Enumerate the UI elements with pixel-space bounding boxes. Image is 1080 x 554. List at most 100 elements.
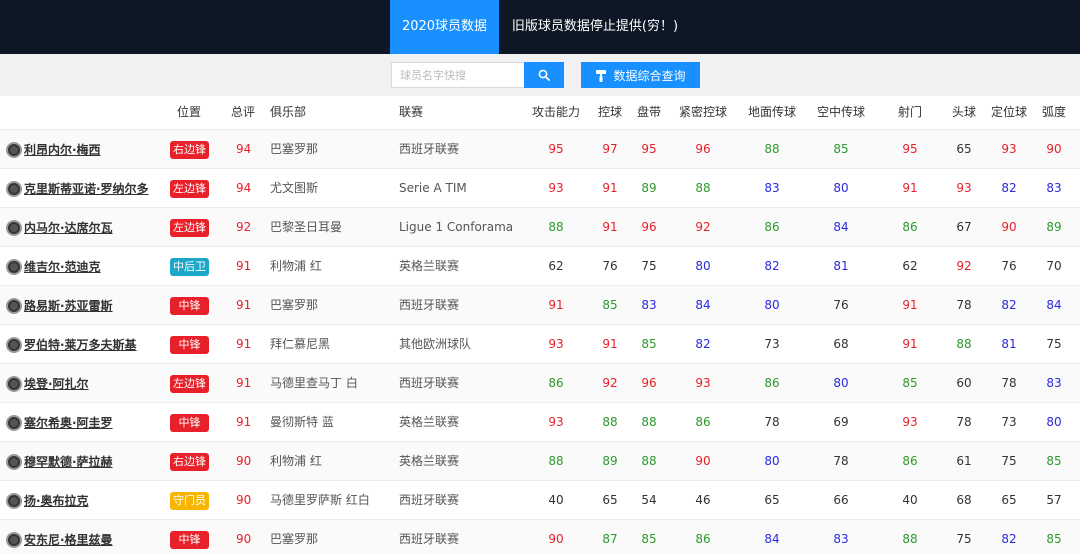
search-button[interactable]: [524, 62, 564, 88]
player-name[interactable]: 路易斯·苏亚雷斯: [24, 297, 113, 314]
table-row[interactable]: 利昂内尔·梅西 右边锋 94 巴塞罗那 西班牙联赛 95 97 95 96 88 85 95 65 93 9…: [0, 129, 1080, 168]
stat-value: 84: [695, 298, 711, 312]
header-club[interactable]: 俱乐部: [270, 96, 306, 129]
player-avatar-icon: [6, 258, 22, 275]
combined-query-button[interactable]: 数据综合查询: [581, 62, 700, 88]
position-badge: 中后卫: [170, 258, 209, 276]
table-row[interactable]: 穆罕默德·萨拉赫 右边锋 90 利物浦 红 英格兰联赛 88 89 88 90 80 78 86 61 7…: [0, 441, 1080, 480]
stat-value: 86: [764, 376, 780, 390]
stat-value: 81: [1001, 337, 1017, 351]
header-ball-control[interactable]: 控球: [598, 96, 622, 129]
table-row[interactable]: 内马尔·达席尔瓦 左边锋 92 巴黎圣日耳曼 Ligue 1 Conforama 88 91…: [0, 207, 1080, 246]
header-overall[interactable]: 总评: [231, 96, 255, 129]
overall-rating: 91: [236, 337, 252, 351]
club-name: 巴黎圣日耳曼: [270, 220, 343, 234]
position-badge: 中锋: [170, 531, 209, 549]
header-attack[interactable]: 攻击能力: [532, 96, 580, 129]
stat-value: 88: [641, 415, 657, 429]
stat-value: 68: [956, 493, 972, 507]
stat-value: 78: [956, 415, 972, 429]
league-name: Ligue 1 Conforama: [399, 220, 514, 234]
header-finishing[interactable]: 射门: [898, 96, 922, 129]
table-row[interactable]: 安东尼·格里兹曼 中锋 90 巴塞罗那 西班牙联赛 90 87 85 86 84 83 88 75 82 8…: [0, 519, 1080, 554]
stat-value: 80: [1046, 415, 1062, 429]
position-badge: 中锋: [170, 414, 209, 432]
stat-value: 95: [641, 142, 657, 156]
player-name-link[interactable]: 安东尼·格里兹曼: [6, 520, 113, 554]
table-row[interactable]: 罗伯特·莱万多夫斯基 中锋 91 拜仁慕尼黑 其他欧洲球队 93 91 85 82 73 68 91 8…: [0, 324, 1080, 363]
stat-value: 92: [956, 259, 972, 273]
header-dribbling[interactable]: 盘带: [637, 96, 661, 129]
stat-value: 75: [1001, 454, 1017, 468]
tab-legacy-player-data[interactable]: 旧版球员数据停止提供(穷！): [505, 0, 685, 54]
player-name[interactable]: 内马尔·达席尔瓦: [24, 219, 113, 236]
header-curl[interactable]: 弧度: [1042, 96, 1066, 129]
overall-rating: 91: [236, 376, 252, 390]
stat-value: 75: [641, 259, 657, 273]
position-badge: 左边锋: [170, 180, 209, 198]
player-name[interactable]: 维吉尔·范迪克: [24, 258, 101, 275]
player-avatar-icon: [6, 336, 22, 353]
combined-query-label: 数据综合查询: [613, 68, 686, 83]
header-league[interactable]: 联赛: [399, 96, 423, 129]
league-name: 西班牙联赛: [399, 376, 460, 390]
player-search-input[interactable]: [391, 62, 525, 88]
player-name[interactable]: 克里斯蒂亚诺·罗纳尔多: [24, 180, 149, 197]
player-name-link[interactable]: 路易斯·苏亚雷斯: [6, 286, 113, 325]
player-name[interactable]: 罗伯特·莱万多夫斯基: [24, 336, 137, 353]
stat-value: 91: [602, 337, 618, 351]
stat-value: 78: [1001, 376, 1017, 390]
stat-value: 83: [641, 298, 657, 312]
player-name-link[interactable]: 扬·奥布拉克: [6, 481, 89, 520]
player-name-link[interactable]: 克里斯蒂亚诺·罗纳尔多: [6, 169, 149, 208]
tab-2020-player-data[interactable]: 2020球员数据: [390, 0, 499, 54]
player-name[interactable]: 安东尼·格里兹曼: [24, 531, 113, 548]
player-avatar-icon: [6, 180, 22, 197]
header-position[interactable]: 位置: [177, 96, 201, 129]
player-name-link[interactable]: 穆罕默德·萨拉赫: [6, 442, 113, 481]
table-header: 位置 总评 俱乐部 联赛 攻击能力 控球 盘带 紧密控球 地面传球 空中传球 射门 头球 定位球 弧度: [0, 96, 1080, 129]
header-place-kicking[interactable]: 定位球: [991, 96, 1027, 129]
header-lofted-pass[interactable]: 空中传球: [817, 96, 865, 129]
table-row[interactable]: 路易斯·苏亚雷斯 中锋 91 巴塞罗那 西班牙联赛 91 85 83 84 80 76 91 78 82 8…: [0, 285, 1080, 324]
header-low-pass[interactable]: 地面传球: [748, 96, 796, 129]
stat-value: 91: [548, 298, 564, 312]
player-name[interactable]: 穆罕默德·萨拉赫: [24, 453, 113, 470]
stat-value: 80: [695, 259, 711, 273]
stat-value: 91: [902, 337, 918, 351]
player-name-link[interactable]: 罗伯特·莱万多夫斯基: [6, 325, 137, 364]
table-row[interactable]: 克里斯蒂亚诺·罗纳尔多 左边锋 94 尤文图斯 Serie A TIM 93 91 89 88 8…: [0, 168, 1080, 207]
table-row[interactable]: 扬·奥布拉克 守门员 90 马德里罗萨斯 红白 西班牙联赛 40 65 54 46 65 66 40 6…: [0, 480, 1080, 519]
stat-value: 88: [695, 181, 711, 195]
player-name-link[interactable]: 内马尔·达席尔瓦: [6, 208, 113, 247]
position-badge: 左边锋: [170, 219, 209, 237]
club-name: 利物浦 红: [270, 259, 322, 273]
stat-value: 65: [956, 142, 972, 156]
player-avatar-icon: [6, 414, 22, 431]
player-name-link[interactable]: 埃登·阿扎尔: [6, 364, 89, 403]
player-name[interactable]: 利昂内尔·梅西: [24, 141, 101, 158]
player-avatar-icon: [6, 375, 22, 392]
table-row[interactable]: 维吉尔·范迪克 中后卫 91 利物浦 红 英格兰联赛 62 76 75 80 82 81 62 92 76…: [0, 246, 1080, 285]
stat-value: 84: [764, 532, 780, 546]
club-name: 拜仁慕尼黑: [270, 337, 331, 351]
player-name-link[interactable]: 利昂内尔·梅西: [6, 130, 101, 169]
player-name[interactable]: 扬·奥布拉克: [24, 492, 89, 509]
stat-value: 95: [548, 142, 564, 156]
header-tight-possession[interactable]: 紧密控球: [679, 96, 727, 129]
player-name-link[interactable]: 塞尔希奥·阿圭罗: [6, 403, 113, 442]
stat-value: 84: [1046, 298, 1062, 312]
player-name-link[interactable]: 维吉尔·范迪克: [6, 247, 101, 286]
player-name[interactable]: 埃登·阿扎尔: [24, 375, 89, 392]
stat-value: 88: [548, 220, 564, 234]
position-badge: 右边锋: [170, 453, 209, 471]
stat-value: 91: [602, 220, 618, 234]
player-avatar-icon: [6, 141, 22, 158]
player-name[interactable]: 塞尔希奥·阿圭罗: [24, 414, 113, 431]
header-header[interactable]: 头球: [952, 96, 976, 129]
overall-rating: 94: [236, 142, 252, 156]
table-body: 利昂内尔·梅西 右边锋 94 巴塞罗那 西班牙联赛 95 97 95 96 88 85 95 65 93 9…: [0, 129, 1080, 554]
stat-value: 93: [548, 337, 564, 351]
table-row[interactable]: 塞尔希奥·阿圭罗 中锋 91 曼彻斯特 蓝 英格兰联赛 93 88 88 86 78 69 93 78 7…: [0, 402, 1080, 441]
table-row[interactable]: 埃登·阿扎尔 左边锋 91 马德里查马丁 白 西班牙联赛 86 92 96 93 86 80 85 60…: [0, 363, 1080, 402]
